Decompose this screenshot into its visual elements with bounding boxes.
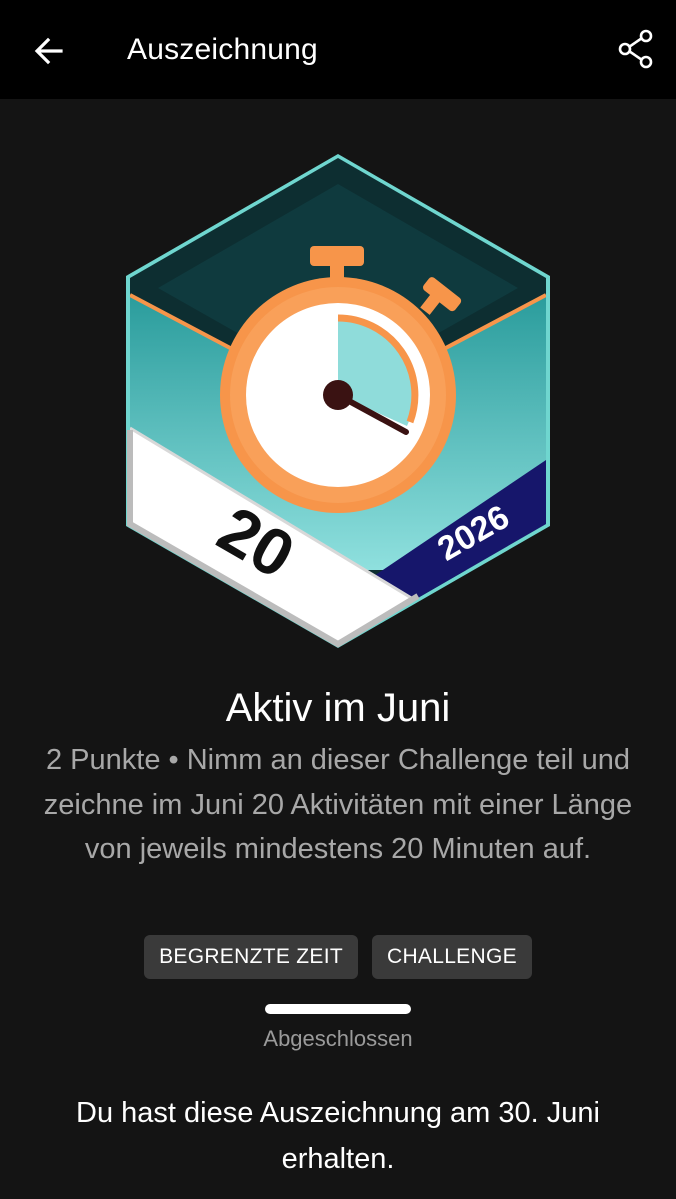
status-text: Abgeschlossen xyxy=(263,1026,413,1051)
earned-text: Du hast diese Auszeichnung am 30. Juni e… xyxy=(76,1097,600,1175)
app-bar: Auszeichnung xyxy=(0,0,676,99)
award-description: 2 Punkte • Nimm an dieser Challenge teil… xyxy=(43,744,633,865)
arrow-left-icon xyxy=(34,37,63,65)
share-button[interactable] xyxy=(614,24,658,74)
award-badge: 20 2026 xyxy=(118,150,558,652)
badge-hexagon: 20 2026 xyxy=(126,154,550,648)
award-name: Aktiv im Juni xyxy=(225,686,451,730)
page-title: Auszeichnung xyxy=(127,33,318,66)
progress-bar xyxy=(265,1004,411,1014)
back-button[interactable] xyxy=(22,28,76,74)
tag-chips: BEGRENZTE ZEIT CHALLENGE xyxy=(0,935,676,979)
tag-limited-time: BEGRENZTE ZEIT xyxy=(144,935,358,979)
tag-challenge: CHALLENGE xyxy=(371,935,532,979)
share-icon xyxy=(618,29,653,69)
